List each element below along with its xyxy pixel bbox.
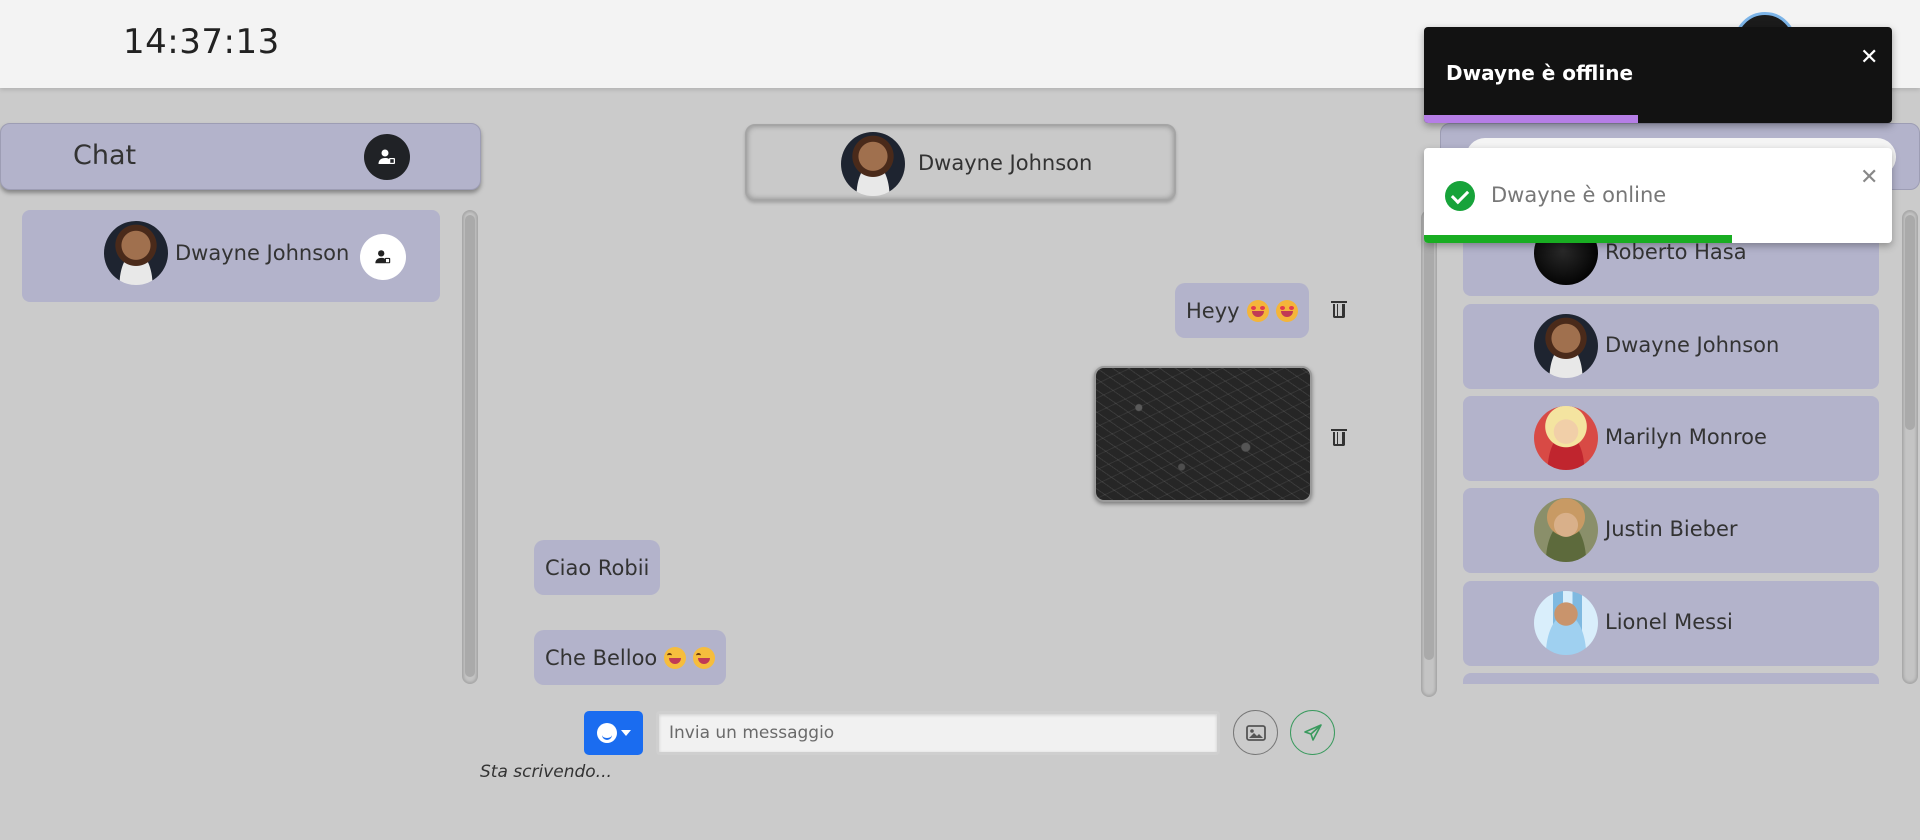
toast-progress-bar: [1424, 235, 1732, 243]
scrollbar-thumb[interactable]: [1424, 215, 1434, 660]
trash-icon: [1331, 301, 1347, 303]
add-user-icon: [375, 250, 391, 264]
send-icon: [1303, 723, 1322, 741]
heart-eyes-emoji-icon: [1275, 299, 1298, 322]
chat-scrollbar[interactable]: [1421, 210, 1437, 697]
clock: 14:37:13: [123, 22, 280, 62]
user-avatar: [1534, 591, 1598, 655]
trash-icon-body: [1333, 432, 1345, 446]
add-user-button[interactable]: [364, 134, 410, 180]
attach-image-button[interactable]: [1233, 710, 1278, 755]
message-text: Che Belloo: [545, 645, 658, 670]
delete-message-button[interactable]: [1330, 299, 1348, 319]
contact-avatar: [104, 221, 168, 285]
trash-icon-body: [1333, 304, 1345, 318]
chat-header: Dwayne Johnson: [745, 124, 1176, 201]
contact-name: Dwayne Johnson: [175, 241, 350, 265]
trash-icon: [1331, 429, 1347, 431]
message-input[interactable]: [656, 711, 1220, 755]
user-list-item[interactable]: Marilyn Monroe: [1463, 396, 1879, 481]
user-list-item[interactable]: Lionel Messi: [1463, 581, 1879, 666]
user-avatar: [1534, 406, 1598, 470]
toast-progress-bar: [1424, 115, 1638, 123]
emoji-icon: [596, 723, 617, 743]
user-name: Roberto Hasa: [1605, 240, 1747, 264]
users-scrollbar[interactable]: [1902, 210, 1918, 684]
check-icon: [1445, 181, 1475, 211]
image-icon: [1245, 724, 1266, 741]
user-name: Lionel Messi: [1605, 610, 1733, 634]
user-list-item-partial[interactable]: [1463, 673, 1879, 684]
chat-list-scrollbar[interactable]: [462, 210, 478, 684]
contact-user-button[interactable]: [360, 234, 406, 280]
message-bubble-received: Ciao Robii: [534, 540, 661, 595]
toast-message: Dwayne è online: [1491, 183, 1667, 207]
chat-contact-name: Dwayne Johnson: [918, 151, 1093, 175]
close-icon[interactable]: ✕: [1860, 45, 1878, 70]
add-user-icon: [378, 149, 395, 164]
message-bubble-sent: Heyy: [1175, 283, 1309, 338]
chat-contact-avatar: [841, 132, 905, 196]
send-button[interactable]: [1290, 710, 1335, 755]
chat-contact-item[interactable]: Dwayne Johnson: [22, 210, 440, 302]
image-message[interactable]: [1094, 366, 1312, 502]
user-avatar: [1534, 498, 1598, 562]
delete-image-button[interactable]: [1330, 427, 1348, 447]
emoji-picker-button[interactable]: [584, 711, 643, 755]
laughing-emoji-icon: [664, 646, 687, 669]
toast-online: Dwayne è online ✕: [1424, 148, 1892, 243]
user-list-item[interactable]: Dwayne Johnson: [1463, 304, 1879, 389]
message-bubble-received: Che Belloo: [534, 630, 727, 685]
user-list-item[interactable]: Justin Bieber: [1463, 488, 1879, 573]
user-avatar: [1534, 314, 1598, 378]
user-name: Justin Bieber: [1605, 517, 1738, 541]
typing-indicator: Sta scrivendo...: [480, 762, 612, 782]
message-text: Heyy: [1186, 298, 1240, 323]
chevron-down-icon: [620, 730, 631, 736]
chat-list-header: Chat: [0, 123, 481, 190]
user-name: Marilyn Monroe: [1605, 425, 1767, 449]
user-name: Dwayne Johnson: [1605, 333, 1780, 357]
heart-eyes-emoji-icon: [1246, 299, 1269, 322]
toast-message: Dwayne è offline: [1446, 61, 1634, 85]
close-icon[interactable]: ✕: [1860, 165, 1878, 190]
chat-list-title: Chat: [73, 140, 137, 171]
toast-offline: Dwayne è offline ✕: [1424, 27, 1892, 123]
message-text: Ciao Robii: [545, 555, 650, 580]
scrollbar-thumb[interactable]: [465, 215, 475, 677]
laughing-emoji-icon: [693, 646, 716, 669]
scrollbar-thumb[interactable]: [1905, 215, 1915, 430]
